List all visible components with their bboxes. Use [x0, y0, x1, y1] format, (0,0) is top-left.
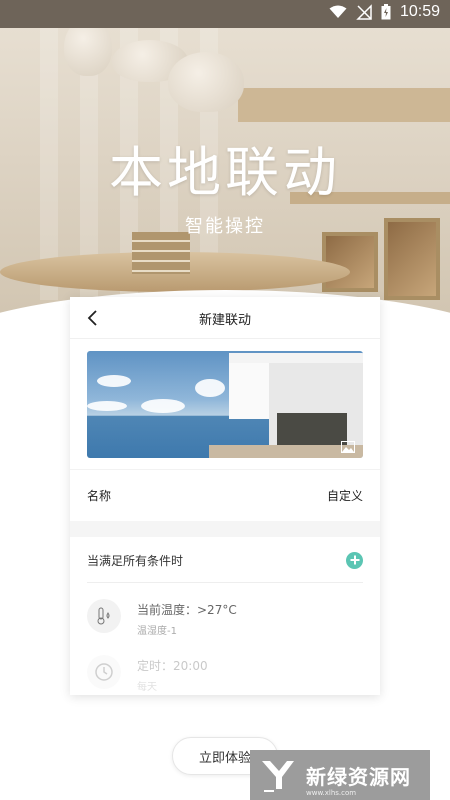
- condition-item[interactable]: 当前温度：>27°C 温湿度-1: [87, 591, 363, 647]
- watermark-logo-icon: [258, 755, 298, 795]
- name-row[interactable]: 名称 自定义: [70, 469, 380, 521]
- image-icon[interactable]: [341, 438, 355, 453]
- name-value: 自定义: [326, 489, 363, 503]
- scene-image[interactable]: [87, 351, 363, 458]
- thermometer-icon: [87, 599, 121, 633]
- watermark-text: 新绿资源网: [306, 764, 411, 789]
- conditions-title: 当满足所有条件时: [87, 553, 184, 568]
- watermark: 新绿资源网 www.xlhs.com: [250, 750, 430, 800]
- hero-title: 本地联动: [109, 141, 341, 204]
- name-label: 名称: [87, 489, 112, 503]
- new-linkage-card: 新建联动 名称 自定义 当满足所有条件时 当前温度：>27°C 温湿度-1 定时…: [70, 297, 380, 695]
- condition-sub: 温湿度-1: [137, 626, 177, 637]
- condition-label: 定时：20:00: [137, 659, 208, 673]
- condition-label: 当前温度：>27°C: [137, 603, 237, 617]
- condition-item[interactable]: 定时：20:00 每天: [87, 647, 363, 695]
- status-time: 10:59: [399, 3, 440, 20]
- clock-icon: [87, 655, 121, 689]
- conditions-header: 当满足所有条件时: [70, 537, 380, 583]
- hero-subtitle: 智能操控: [185, 216, 265, 237]
- section-divider: [70, 521, 380, 537]
- watermark-url: www.xlhs.com: [306, 789, 357, 797]
- card-header: 新建联动: [70, 297, 380, 339]
- battery-icon: [381, 4, 391, 20]
- condition-sub: 每天: [137, 682, 157, 693]
- card-title: 新建联动: [198, 313, 251, 328]
- status-bar: 10:59: [0, 0, 450, 28]
- no-signal-icon: [356, 4, 372, 20]
- wifi-icon: [329, 5, 347, 19]
- add-condition-icon[interactable]: [346, 551, 363, 569]
- divider: [87, 582, 363, 583]
